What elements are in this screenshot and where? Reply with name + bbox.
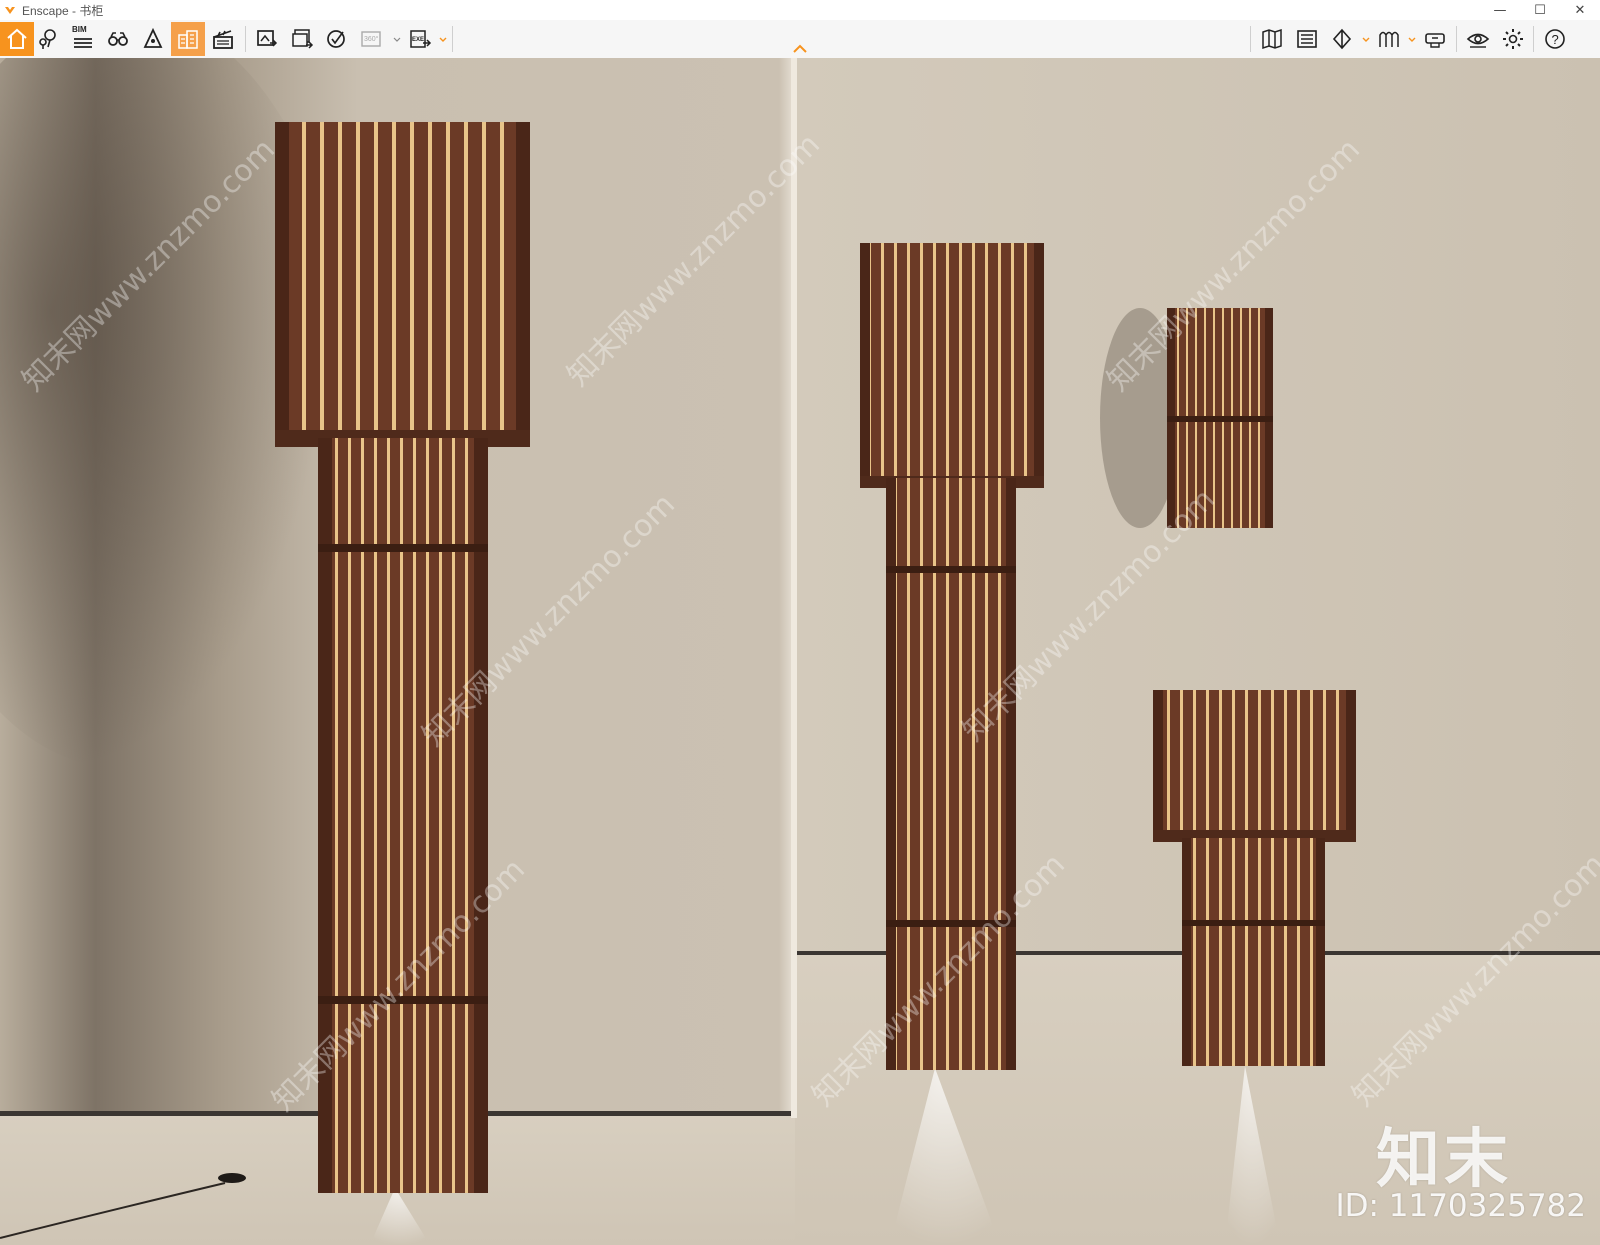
- render-image-icon[interactable]: [250, 22, 284, 56]
- settings-gear-icon[interactable]: [1496, 22, 1530, 56]
- export-exe-label: EXE: [412, 37, 424, 43]
- asset-library-icon[interactable]: [1290, 22, 1324, 56]
- batch-render-icon[interactable]: [285, 22, 319, 56]
- help-label: ?: [1552, 32, 1559, 47]
- panorama-icon[interactable]: [320, 22, 354, 56]
- window-title: Enscape - 书柜: [22, 3, 104, 18]
- chevron-down-icon[interactable]: [438, 34, 448, 44]
- buildings-icon[interactable]: [171, 22, 205, 56]
- render-viewport[interactable]: 知末网www.znzmo.com 知末网www.znzmo.com 知末网www…: [0, 58, 1600, 1245]
- chevron-down-icon[interactable]: [1361, 34, 1371, 44]
- material-editor-icon[interactable]: [1372, 22, 1406, 56]
- render-360-icon[interactable]: 360°: [355, 22, 389, 56]
- close-button[interactable]: ✕: [1560, 0, 1600, 20]
- chevron-down-icon[interactable]: [1407, 34, 1417, 44]
- map-icon[interactable]: [1255, 22, 1289, 56]
- light-view-icon[interactable]: [136, 22, 170, 56]
- minimize-button[interactable]: —: [1480, 0, 1520, 20]
- watermark-brand: 知末: [1376, 1123, 1512, 1197]
- location-pins-icon[interactable]: [31, 22, 65, 56]
- binoculars-icon[interactable]: [101, 22, 135, 56]
- bim-icon[interactable]: BIM: [66, 22, 100, 56]
- visual-settings-icon[interactable]: [1461, 22, 1495, 56]
- sync-view-icon[interactable]: [1325, 22, 1359, 56]
- vr-headset-icon[interactable]: [1418, 22, 1452, 56]
- clapperboard-icon[interactable]: [206, 22, 240, 56]
- help-icon[interactable]: ?: [1538, 22, 1572, 56]
- home-icon[interactable]: [0, 22, 34, 56]
- enscape-logo-icon: [5, 7, 15, 14]
- render-360-label: 360°: [364, 35, 379, 43]
- chevron-down-icon[interactable]: [392, 34, 402, 44]
- collapse-toolbar-chevron-up-icon[interactable]: [792, 44, 808, 54]
- watermark-id: ID: 1170325782: [1335, 1188, 1586, 1224]
- export-exe-icon[interactable]: EXE: [403, 22, 437, 56]
- maximize-button[interactable]: ☐: [1520, 0, 1560, 20]
- title-bar: Enscape - 书柜 — ☐ ✕: [0, 0, 1600, 20]
